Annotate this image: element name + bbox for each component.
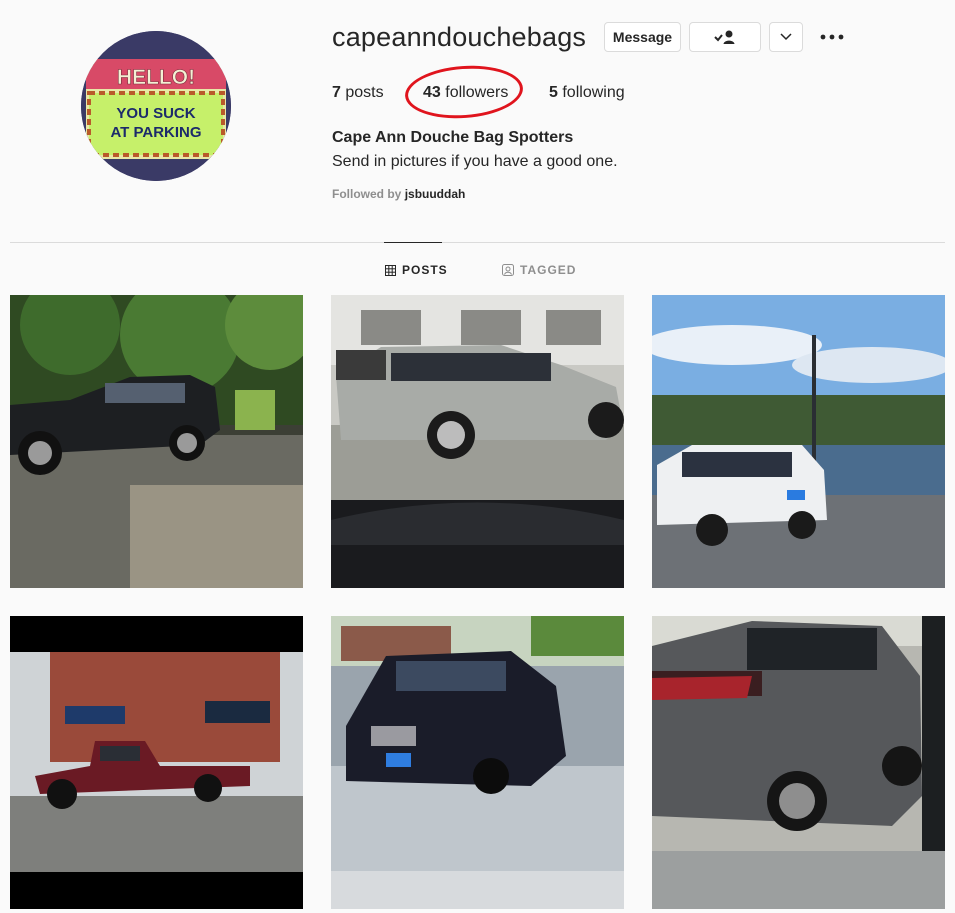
profile-username: capeanndouchebags xyxy=(332,22,587,52)
person-check-icon xyxy=(714,30,735,44)
avatar-image: HELLO! YOU SUCK AT PARKING xyxy=(81,31,231,181)
profile-full-name: Cape Ann Douche Bag Spotters xyxy=(332,129,574,146)
tab-tagged-label: TAGGED xyxy=(520,263,577,277)
tabs-divider xyxy=(10,242,945,243)
post-image-red-pickup xyxy=(10,616,303,909)
followed-by-user[interactable]: jsbuuddah xyxy=(405,187,466,201)
message-button[interactable]: Message xyxy=(604,22,681,52)
following-label: following xyxy=(562,84,625,101)
post-image-black-suv xyxy=(10,295,303,588)
post-thumbnail-3[interactable] xyxy=(652,295,945,588)
suggested-accounts-button[interactable] xyxy=(769,22,803,52)
following-count: 5 xyxy=(549,84,558,101)
followed-by-prefix: Followed by xyxy=(332,187,402,201)
post-image-bmw-suv xyxy=(331,616,624,909)
following-button[interactable] xyxy=(689,22,761,52)
posts-count: 7 xyxy=(332,84,341,101)
active-tab-indicator xyxy=(384,242,442,243)
post-image-gray-crv xyxy=(652,616,945,909)
tagged-icon xyxy=(502,264,514,276)
followed-by: Followed by jsbuuddah xyxy=(332,187,465,201)
red-circle-annotation xyxy=(403,61,525,123)
more-options-button[interactable] xyxy=(818,28,846,46)
post-thumbnail-4[interactable] xyxy=(10,616,303,909)
post-image-silver-wagon xyxy=(331,295,624,588)
grid-icon xyxy=(385,264,396,276)
avatar-line2-text: YOU SUCK xyxy=(116,105,195,122)
tab-tagged[interactable]: TAGGED xyxy=(502,263,576,277)
profile-bio: Send in pictures if you have a good one. xyxy=(332,153,618,170)
avatar-line3-text: AT PARKING xyxy=(110,124,201,141)
post-thumbnail-2[interactable] xyxy=(331,295,624,588)
avatar-hello-text: HELLO! xyxy=(117,66,195,89)
tab-posts-label: POSTS xyxy=(402,263,448,277)
more-options-icon xyxy=(820,34,844,40)
posts-label: posts xyxy=(345,84,384,101)
posts-stat: 7 posts xyxy=(332,84,384,102)
tab-posts[interactable]: POSTS xyxy=(385,263,448,277)
post-thumbnail-5[interactable] xyxy=(331,616,624,909)
following-stat[interactable]: 5 following xyxy=(549,84,625,102)
post-image-white-suv xyxy=(652,295,945,588)
profile-avatar[interactable]: HELLO! YOU SUCK AT PARKING xyxy=(81,31,231,181)
chevron-down-icon xyxy=(780,33,792,41)
post-thumbnail-6[interactable] xyxy=(652,616,945,909)
post-thumbnail-1[interactable] xyxy=(10,295,303,588)
